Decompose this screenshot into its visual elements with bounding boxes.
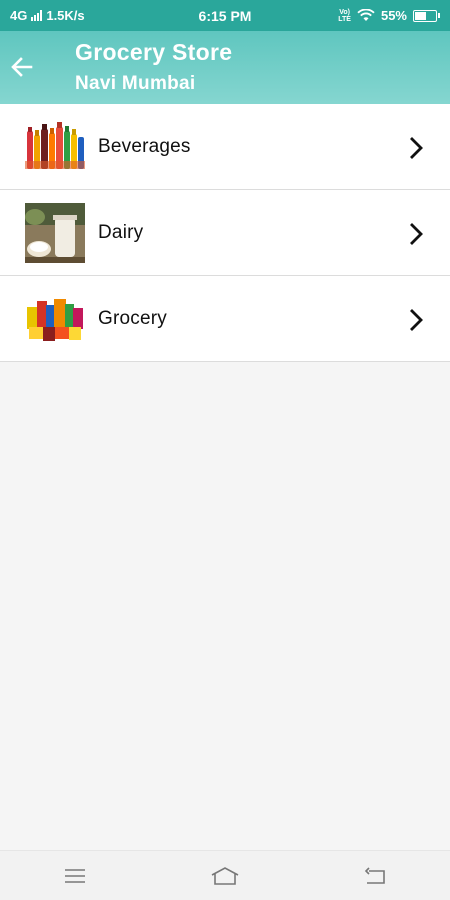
- category-list: Beverages Dairy Grocery: [0, 104, 450, 362]
- status-right: Vo) LTE 55%: [290, 8, 440, 23]
- network-type: 4G: [10, 8, 28, 23]
- battery-percent: 55%: [380, 8, 407, 23]
- chevron-right-icon: [410, 137, 423, 159]
- dairy-thumbnail: [25, 203, 85, 263]
- system-nav-bar: [0, 850, 450, 900]
- list-item-dairy[interactable]: Dairy: [0, 190, 450, 276]
- status-time: 6:15 PM: [198, 7, 252, 24]
- list-item-label: Beverages: [98, 135, 191, 157]
- app-bar: Grocery Store Navi Mumbai: [0, 31, 450, 104]
- list-item-grocery[interactable]: Grocery: [0, 276, 450, 362]
- page-title: Grocery Store: [75, 39, 233, 65]
- back-nav-button[interactable]: [355, 861, 395, 891]
- status-bar: 4G 1.5K/s 6:15 PM Vo) LTE 55%: [0, 0, 450, 31]
- wifi-icon: [357, 9, 375, 21]
- chevron-right-icon: [410, 309, 423, 331]
- battery-icon: [413, 9, 440, 22]
- grocery-thumbnail: [25, 289, 85, 349]
- volte-top: Vo): [339, 8, 350, 16]
- list-item-label: Grocery: [98, 307, 167, 329]
- menu-button[interactable]: [55, 861, 95, 891]
- page-subtitle: Navi Mumbai: [75, 73, 196, 94]
- status-left: 4G 1.5K/s: [10, 8, 160, 23]
- list-item-beverages[interactable]: Beverages: [0, 104, 450, 190]
- volte-icon: Vo) LTE: [338, 9, 351, 23]
- chevron-right-icon: [410, 223, 423, 245]
- arrow-left-icon: [11, 57, 33, 77]
- volte-bottom: LTE: [338, 15, 351, 23]
- beverages-thumbnail: [25, 117, 85, 177]
- back-icon: [364, 866, 385, 884]
- home-button[interactable]: [205, 861, 245, 891]
- network-speed: 1.5K/s: [46, 8, 85, 23]
- menu-icon: [65, 868, 85, 883]
- list-item-label: Dairy: [98, 221, 144, 243]
- home-icon: [211, 866, 239, 885]
- back-button[interactable]: [8, 53, 36, 81]
- signal-icon: [31, 10, 43, 21]
